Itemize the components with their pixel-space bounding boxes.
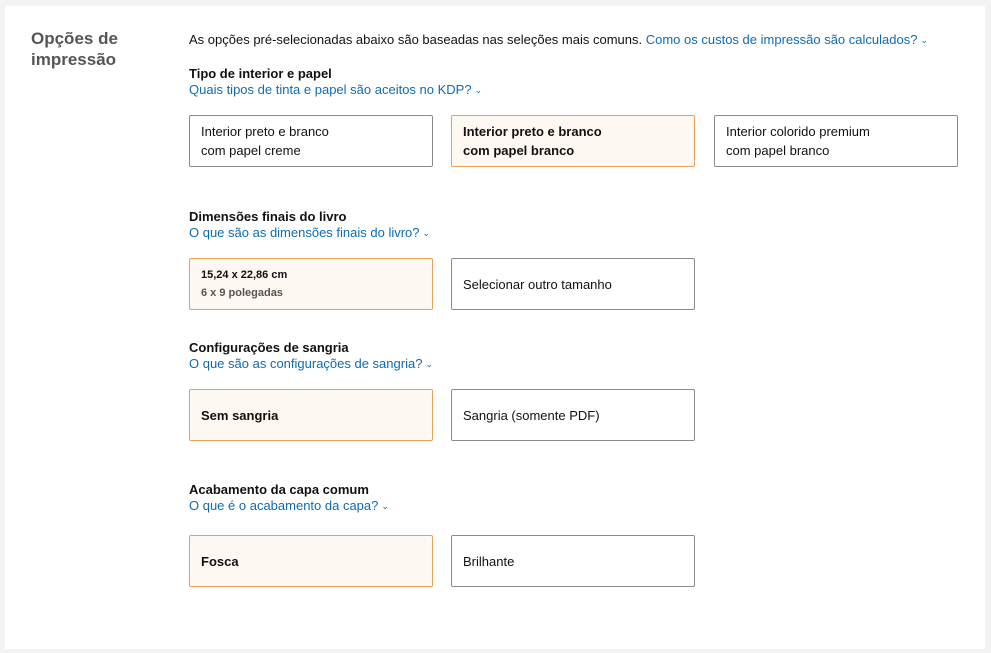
cover-help-link-label: O que é o acabamento da capa? bbox=[189, 498, 379, 513]
bleed-help-link-label: O que são as configurações de sangria? bbox=[189, 356, 423, 371]
option-line1: 15,24 x 22,86 cm bbox=[201, 269, 288, 281]
chevron-down-icon: ⌄ bbox=[422, 228, 431, 238]
bleed-help-link[interactable]: O que são as configurações de sangria? ⌄ bbox=[189, 356, 433, 371]
cover-label: Acabamento da capa comum bbox=[189, 482, 369, 497]
interior-option-bw-cream[interactable]: Interior preto e branco com papel creme bbox=[189, 115, 433, 167]
cover-option-glossy[interactable]: Brilhante bbox=[451, 535, 695, 587]
chevron-down-icon: ⌄ bbox=[920, 35, 928, 45]
cover-help-link[interactable]: O que é o acabamento da capa? ⌄ bbox=[189, 498, 389, 513]
intro-line: As opções pré-selecionadas abaixo são ba… bbox=[189, 32, 928, 47]
trim-label: Dimensões finais do livro bbox=[189, 209, 347, 224]
cover-option-matte[interactable]: Fosca bbox=[189, 535, 433, 587]
intro-text: As opções pré-selecionadas abaixo são ba… bbox=[189, 32, 643, 47]
option-line1: Sem sangria bbox=[201, 407, 279, 423]
option-line1: Interior colorido premium bbox=[726, 124, 870, 139]
chevron-down-icon: ⌄ bbox=[381, 501, 389, 511]
option-line1: Interior preto e branco bbox=[463, 124, 602, 139]
option-line1: Fosca bbox=[201, 553, 239, 569]
trim-help-link-label: O que são as dimensões finais do livro? bbox=[189, 225, 420, 240]
trim-help-link[interactable]: O que são as dimensões finais do livro? ⌄ bbox=[189, 225, 430, 240]
print-cost-link-label: Como os custos de impressão são calculad… bbox=[645, 32, 918, 47]
trim-option-other-size[interactable]: Selecionar outro tamanho bbox=[451, 258, 695, 310]
option-line2: com papel branco bbox=[726, 143, 830, 158]
interior-help-link[interactable]: Quais tipos de tinta e papel são aceitos… bbox=[189, 82, 482, 97]
bleed-option-none[interactable]: Sem sangria bbox=[189, 389, 433, 441]
option-line2: 6 x 9 polegadas bbox=[201, 287, 283, 299]
chevron-down-icon: ⌄ bbox=[474, 85, 483, 95]
trim-option-6x9[interactable]: 15,24 x 22,86 cm 6 x 9 polegadas bbox=[189, 258, 433, 310]
section-title: Opções de impressão bbox=[31, 29, 118, 69]
option-line1: Sangria (somente PDF) bbox=[463, 407, 600, 423]
chevron-down-icon: ⌄ bbox=[425, 359, 433, 369]
interior-help-link-label: Quais tipos de tinta e papel são aceitos… bbox=[189, 82, 472, 97]
bleed-option-pdf[interactable]: Sangria (somente PDF) bbox=[451, 389, 695, 441]
bleed-label: Configurações de sangria bbox=[189, 340, 349, 355]
option-line2: com papel branco bbox=[463, 143, 575, 158]
option-line1: Interior preto e branco bbox=[201, 124, 329, 139]
interior-option-color-premium[interactable]: Interior colorido premium com papel bran… bbox=[714, 115, 958, 167]
interior-option-bw-white[interactable]: Interior preto e branco com papel branco bbox=[451, 115, 695, 167]
interior-label: Tipo de interior e papel bbox=[189, 66, 332, 81]
print-cost-link[interactable]: Como os custos de impressão são calculad… bbox=[646, 32, 928, 47]
option-line2: com papel creme bbox=[201, 143, 301, 158]
print-options-panel: Opções de impressão As opções pré-seleci… bbox=[5, 6, 985, 649]
option-line1: Selecionar outro tamanho bbox=[463, 276, 612, 292]
option-line1: Brilhante bbox=[463, 553, 515, 569]
